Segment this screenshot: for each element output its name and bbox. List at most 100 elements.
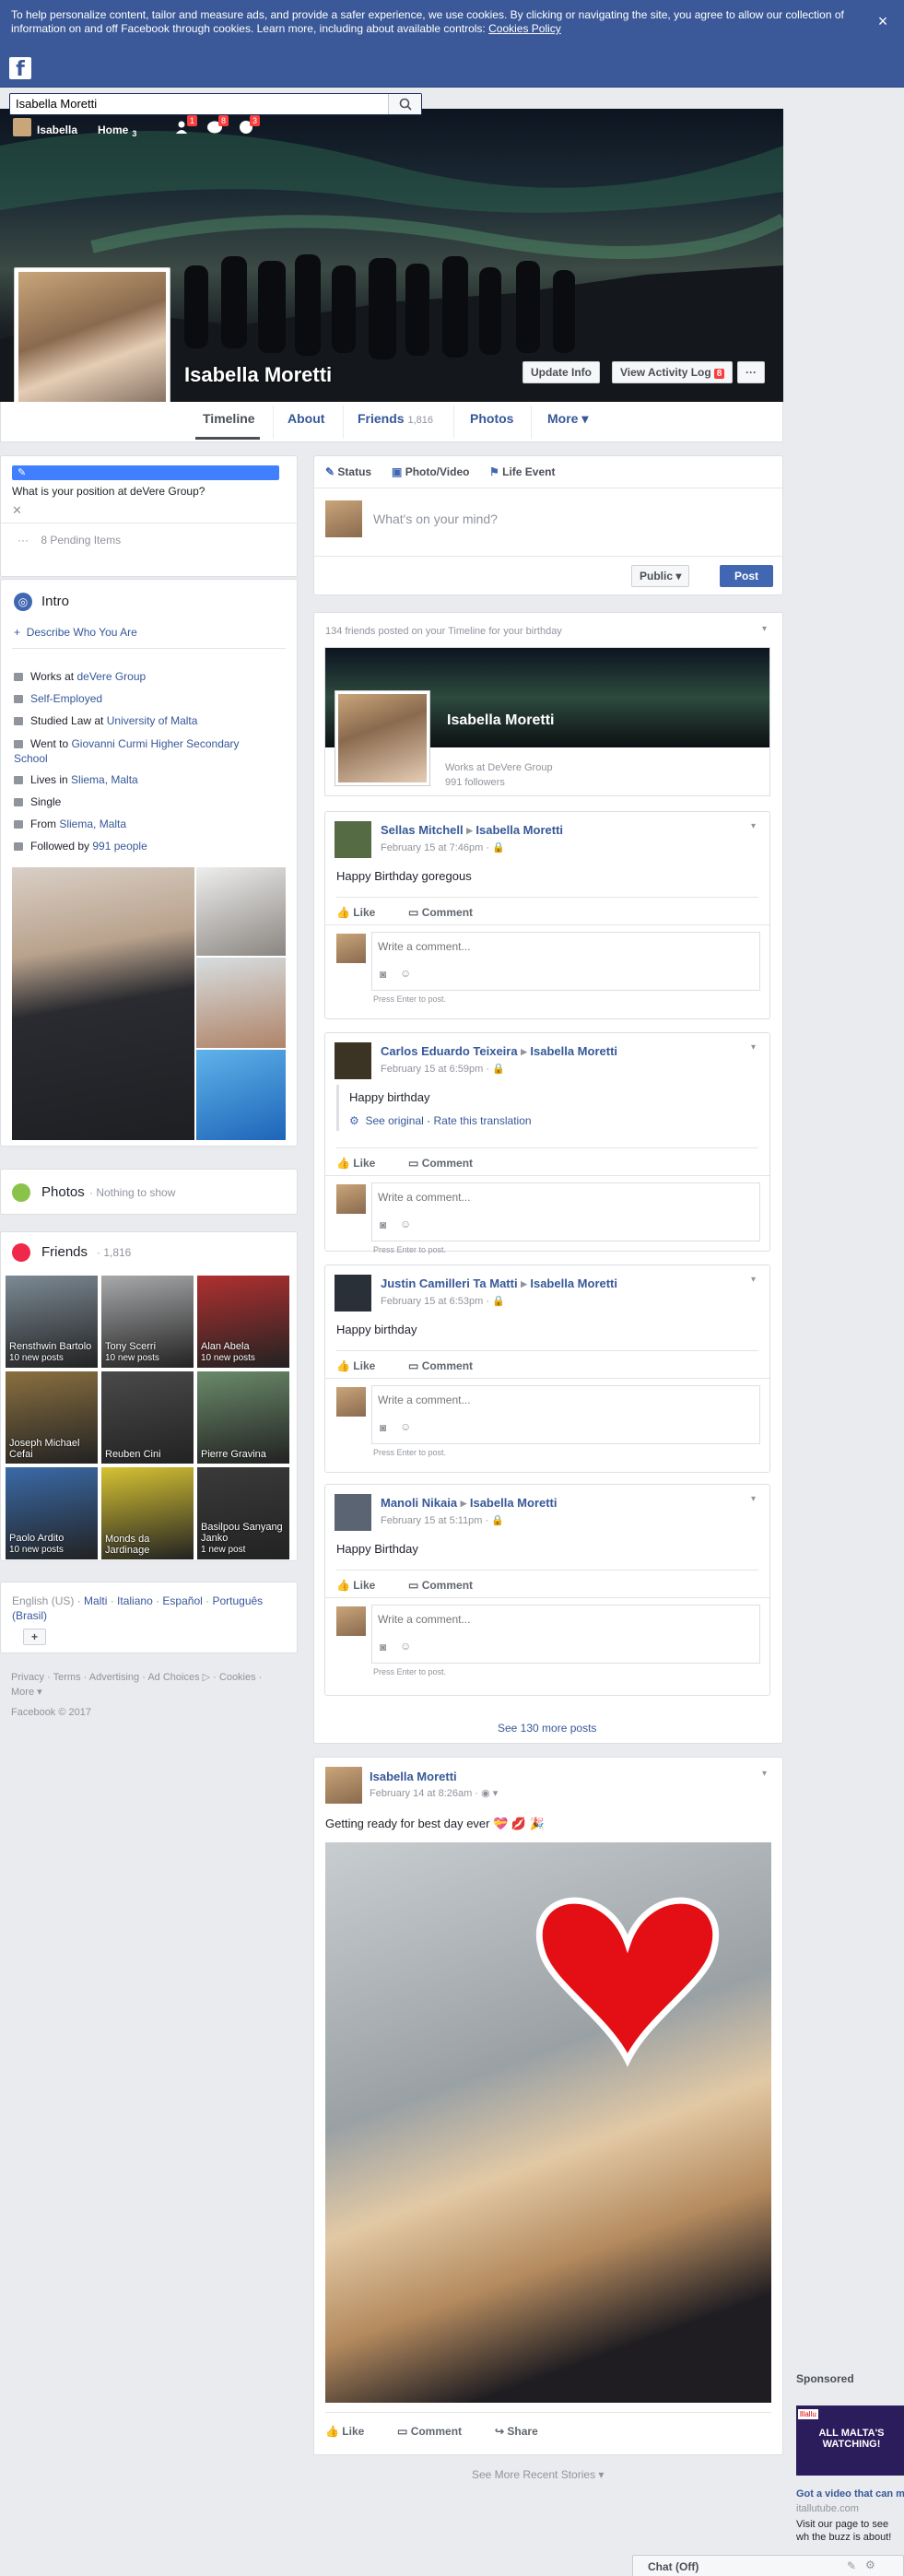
language-link[interactable]: Italiano: [117, 1594, 153, 1607]
comment-input[interactable]: [372, 933, 759, 960]
emoji-icon[interactable]: ☺: [400, 1217, 411, 1230]
ad-title[interactable]: Got a video that can m: [796, 2488, 904, 2500]
comment-box[interactable]: ◙☺: [371, 1385, 760, 1444]
featured-photo[interactable]: [196, 1050, 286, 1140]
avatar[interactable]: [335, 1494, 371, 1531]
status-tab[interactable]: ✎ Status: [325, 465, 371, 478]
life-event-tab[interactable]: ⚑ Life Event: [489, 465, 555, 478]
friend-tile[interactable]: Basilpou Sanyang Janko 1 new post: [197, 1467, 289, 1559]
chevron-down-icon[interactable]: ▾: [751, 1275, 760, 1285]
friend-tile[interactable]: Pierre Gravina: [197, 1371, 289, 1464]
comment-button[interactable]: ▭ Comment: [397, 2425, 462, 2438]
messages-icon[interactable]: 8: [206, 115, 229, 135]
more-options-button[interactable]: ···: [737, 361, 765, 383]
author-link[interactable]: Manoli Nikaia: [381, 1496, 457, 1510]
tab-more[interactable]: More ▾: [547, 411, 588, 427]
photos-title[interactable]: Photos: [41, 1184, 85, 1200]
friends-title[interactable]: Friends: [41, 1244, 88, 1260]
tab-about[interactable]: About: [288, 411, 324, 426]
photo-video-tab[interactable]: ▣ Photo/Video: [392, 465, 469, 478]
author-link[interactable]: Carlos Eduardo Teixeira: [381, 1044, 518, 1058]
activity-log-button[interactable]: View Activity Log 8: [612, 361, 734, 383]
gear-icon[interactable]: ⚙: [865, 2558, 875, 2571]
target-link[interactable]: Isabella Moretti: [530, 1044, 617, 1058]
nav-user-name[interactable]: Isabella: [37, 124, 77, 136]
friend-tile[interactable]: Reuben Cini: [101, 1371, 194, 1464]
tab-friends[interactable]: Friends 1,816: [358, 411, 433, 426]
notifications-icon[interactable]: 3: [238, 115, 260, 135]
friend-tile[interactable]: Rensthwin Bartolo 10 new posts: [6, 1276, 98, 1368]
tab-photos[interactable]: Photos: [470, 411, 513, 426]
featured-photo[interactable]: [196, 867, 286, 956]
avatar[interactable]: [325, 500, 362, 537]
author-link[interactable]: Sellas Mitchell: [381, 823, 464, 837]
see-more-stories-link[interactable]: See More Recent Stories ▾: [472, 2468, 604, 2481]
dismiss-icon[interactable]: ✕: [12, 503, 22, 518]
friend-tile[interactable]: Paolo Ardito 10 new posts: [6, 1467, 98, 1559]
comment-input[interactable]: [372, 1606, 759, 1633]
status-input[interactable]: What's on your mind?: [373, 512, 498, 526]
profile-picture[interactable]: [14, 267, 170, 424]
footer-links[interactable]: Privacy · Terms · Advertising · Ad Choic…: [11, 1670, 288, 1700]
camera-icon[interactable]: ◙: [380, 1641, 386, 1653]
post-button[interactable]: Post: [720, 565, 773, 587]
profile-name[interactable]: Isabella Moretti: [184, 363, 332, 387]
followed-link[interactable]: 991 people: [92, 840, 147, 853]
share-button[interactable]: ↪ Share: [495, 2425, 538, 2438]
story-author[interactable]: Isabella Moretti: [370, 1770, 457, 1783]
compose-icon[interactable]: ✎: [847, 2559, 856, 2572]
avatar[interactable]: [13, 118, 31, 136]
camera-icon[interactable]: ◙: [380, 1421, 386, 1434]
cookie-policy-link[interactable]: Cookies Policy: [488, 22, 561, 35]
see-more-posts-link[interactable]: See 130 more posts: [498, 1722, 596, 1735]
update-info-button[interactable]: Update Info: [522, 361, 600, 383]
post-date[interactable]: February 15 at 5:11pm · 🔒: [381, 1514, 504, 1526]
comment-button[interactable]: ▭ Comment: [408, 1579, 473, 1592]
like-button[interactable]: 👍 Like: [325, 2425, 364, 2438]
birthday-profile-card[interactable]: Isabella Moretti Works at DeVere Group 9…: [324, 647, 770, 796]
target-link[interactable]: Isabella Moretti: [475, 823, 563, 837]
like-button[interactable]: 👍 Like: [336, 906, 375, 919]
search-input[interactable]: [10, 94, 379, 112]
language-link[interactable]: Español: [162, 1594, 202, 1607]
add-language-button[interactable]: +: [23, 1629, 47, 1645]
chevron-down-icon[interactable]: ▾: [751, 1494, 760, 1504]
close-icon[interactable]: ×: [875, 13, 891, 29]
self-employed-link[interactable]: Self-Employed: [30, 692, 102, 705]
chevron-down-icon[interactable]: ▾: [762, 1769, 771, 1779]
emoji-icon[interactable]: ☺: [400, 967, 411, 980]
story-date[interactable]: February 14 at 8:26am · ◉ ▾: [370, 1787, 498, 1799]
emoji-icon[interactable]: ☺: [400, 1420, 411, 1433]
chevron-down-icon[interactable]: ▾: [751, 821, 760, 831]
studied-link[interactable]: University of Malta: [107, 714, 198, 727]
comment-button[interactable]: ▭ Comment: [408, 1157, 473, 1170]
chevron-down-icon[interactable]: ▾: [762, 624, 771, 634]
featured-photo[interactable]: [196, 958, 286, 1048]
comment-button[interactable]: ▭ Comment: [408, 906, 473, 919]
post-date[interactable]: February 15 at 6:59pm · 🔒: [381, 1063, 505, 1075]
friend-requests-icon[interactable]: 1: [175, 115, 197, 135]
post-date[interactable]: February 15 at 6:53pm · 🔒: [381, 1295, 505, 1307]
search-box[interactable]: [9, 93, 422, 115]
post-date[interactable]: February 15 at 7:46pm · 🔒: [381, 841, 505, 853]
friend-tile[interactable]: Alan Abela 10 new posts: [197, 1276, 289, 1368]
rate-translation-link[interactable]: Rate this translation: [433, 1114, 531, 1127]
camera-icon[interactable]: ◙: [380, 968, 386, 981]
search-button[interactable]: [388, 94, 421, 114]
like-button[interactable]: 👍 Like: [336, 1579, 375, 1592]
ad-image[interactable]: ALL MALTA'S WATCHING! lllallu: [796, 2405, 904, 2476]
chat-bar[interactable]: Chat (Off) ✎ ⚙: [632, 2555, 904, 2576]
nav-home[interactable]: Home 3: [98, 124, 136, 138]
friend-tile[interactable]: Monds da Jardinage: [101, 1467, 194, 1559]
story-photo[interactable]: [325, 1842, 771, 2403]
lives-link[interactable]: Sliema, Malta: [71, 773, 138, 786]
author-link[interactable]: Justin Camilleri Ta Matti: [381, 1276, 518, 1290]
pending-items[interactable]: ··· 8 Pending Items: [18, 534, 121, 547]
like-button[interactable]: 👍 Like: [336, 1359, 375, 1372]
work-prompt-text[interactable]: What is your position at deVere Group?: [12, 485, 205, 498]
comment-box[interactable]: ◙☺: [371, 1605, 760, 1664]
privacy-selector[interactable]: Public ▾: [631, 565, 690, 587]
avatar[interactable]: [335, 821, 371, 858]
camera-icon[interactable]: ◙: [380, 1218, 386, 1231]
avatar[interactable]: [335, 1275, 371, 1312]
